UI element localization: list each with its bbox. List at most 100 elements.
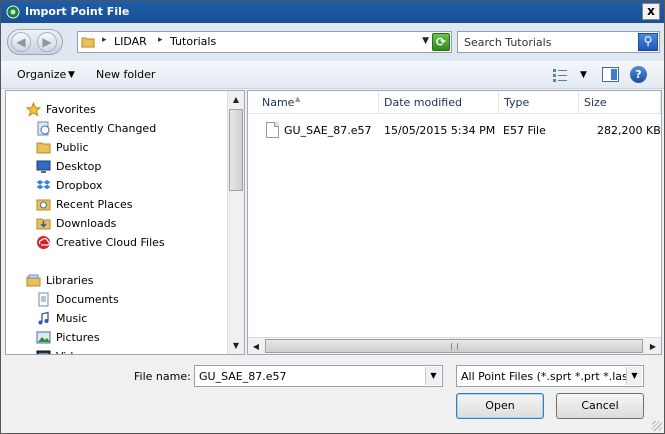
file-row[interactable]: GU_SAE_87.e57 15/05/2015 5:34 PM E57 Fil…: [248, 119, 661, 141]
close-button[interactable]: x: [642, 3, 660, 20]
file-list-pane: Name ▲ Date modified Type Size GU_SAE_87…: [247, 90, 662, 355]
cancel-button[interactable]: Cancel: [556, 393, 644, 419]
grip-icon: [451, 343, 458, 350]
scroll-up-icon[interactable]: ▲: [228, 91, 244, 108]
sidebar-item-creative-cloud-files[interactable]: Creative Cloud Files: [6, 233, 228, 252]
view-options-icon[interactable]: [552, 68, 568, 82]
sort-ascending-icon: ▲: [295, 95, 301, 103]
column-size[interactable]: Size: [579, 91, 661, 114]
recent-icon: [36, 121, 51, 136]
scroll-down-icon[interactable]: ▼: [228, 337, 244, 354]
chevron-down-icon[interactable]: ▼: [68, 70, 75, 80]
sidebar-item-label: Downloads: [56, 217, 117, 230]
sidebar-item-public[interactable]: Public: [6, 138, 228, 157]
sidebar-item-label: Recent Places: [56, 198, 133, 211]
sidebar-item-label: Recently Changed: [56, 122, 157, 135]
chevron-down-icon[interactable]: ▼: [425, 367, 441, 385]
desktop-icon: [36, 159, 51, 174]
scroll-thumb[interactable]: [265, 339, 643, 353]
address-bar[interactable]: ▸ LIDAR ▸ Tutorials ▼ ⟳: [77, 31, 452, 53]
sidebar-item-label: Creative Cloud Files: [56, 236, 165, 249]
preview-pane-icon[interactable]: [602, 67, 619, 82]
sidebar-item-desktop[interactable]: Desktop: [6, 157, 228, 176]
sidebar-item-downloads[interactable]: Downloads: [6, 214, 228, 233]
back-button[interactable]: ◀: [11, 32, 31, 52]
resize-grip-icon[interactable]: [652, 421, 662, 431]
sidebar-item-libraries[interactable]: Libraries: [6, 271, 228, 290]
column-header: Name ▲ Date modified Type Size: [248, 91, 661, 114]
sidebar-item-dropbox[interactable]: Dropbox: [6, 176, 228, 195]
app-icon: [6, 5, 20, 19]
chevron-down-icon[interactable]: ▼: [422, 36, 429, 46]
sidebar-item-recently-changed[interactable]: Recently Changed: [6, 119, 228, 138]
sidebar-item-label: Documents: [56, 293, 119, 306]
search-icon[interactable]: ⚲: [638, 33, 658, 51]
music-icon: [36, 311, 51, 326]
file-type-value: All Point Files (*.sprt *.prt *.las *: [461, 370, 637, 383]
title-bar: Import Point File x: [1, 1, 664, 23]
column-date-label: Date modified: [384, 96, 462, 109]
import-dialog: Import Point File x ◀ ▶ ▸ LIDAR ▸ Tutori…: [0, 0, 665, 434]
star-icon: [25, 101, 42, 117]
sidebar-item-label: Pictures: [56, 331, 100, 344]
sidebar-item-videos[interactable]: Videos: [6, 347, 228, 354]
sidebar-item-favorites[interactable]: Favorites: [6, 100, 228, 119]
file-name-field[interactable]: GU_SAE_87.e57 ▼: [194, 365, 443, 387]
file-name: GU_SAE_87.e57: [284, 124, 372, 137]
recent-places-icon: [36, 197, 51, 212]
breadcrumb-lidar[interactable]: LIDAR: [114, 35, 147, 48]
sidebar-item-label: Dropbox: [56, 179, 103, 192]
forward-button[interactable]: ▶: [37, 32, 57, 52]
new-folder-button[interactable]: New folder: [96, 68, 155, 81]
navigation-pane: Favorites Recently Changed Public Desktop Dr…: [5, 90, 245, 355]
nav-scrollbar[interactable]: ▲ ▼: [227, 91, 244, 354]
refresh-button[interactable]: ⟳: [432, 33, 450, 51]
file-name-label: File name:: [134, 370, 191, 383]
chevron-right-icon[interactable]: ▸: [158, 35, 163, 45]
sidebar-item-label: Music: [56, 312, 88, 325]
navigation-row: ◀ ▶ ▸ LIDAR ▸ Tutorials ▼ ⟳ Search Tutor…: [1, 23, 664, 61]
chevron-down-icon[interactable]: ▼: [580, 70, 587, 80]
sidebar-item-documents[interactable]: Documents: [6, 290, 228, 309]
column-type[interactable]: Type: [499, 91, 579, 114]
column-date[interactable]: Date modified: [379, 91, 499, 114]
scroll-thumb[interactable]: [229, 109, 243, 191]
history-buttons: ◀ ▶: [7, 29, 63, 55]
organize-button[interactable]: Organize: [17, 68, 66, 81]
file-type: E57 File: [503, 124, 546, 137]
downloads-icon: [36, 216, 51, 231]
libraries-icon: [26, 273, 41, 288]
sidebar-item-label: Favorites: [46, 103, 96, 116]
scroll-right-icon[interactable]: ▶: [645, 338, 661, 354]
file-hscrollbar[interactable]: ◀ ▶: [248, 337, 661, 354]
sidebar-item-label: Videos: [56, 350, 93, 354]
scroll-left-icon[interactable]: ◀: [248, 338, 264, 354]
file-icon: [266, 122, 279, 138]
window-title: Import Point File: [25, 5, 130, 18]
column-size-label: Size: [584, 96, 607, 109]
documents-icon: [36, 292, 51, 307]
sidebar-item-label: Public: [56, 141, 89, 154]
sidebar-item-recent-places[interactable]: Recent Places: [6, 195, 228, 214]
column-name[interactable]: Name ▲: [248, 91, 379, 114]
pictures-icon: [36, 330, 51, 345]
help-icon[interactable]: ?: [630, 66, 647, 83]
sidebar-item-label: Desktop: [56, 160, 102, 173]
file-name-value: GU_SAE_87.e57: [199, 370, 287, 383]
breadcrumb-tutorials[interactable]: Tutorials: [170, 35, 216, 48]
creative-cloud-icon: [36, 235, 51, 250]
column-type-label: Type: [504, 96, 530, 109]
nav-list: Favorites Recently Changed Public Desktop Dr…: [6, 91, 228, 354]
file-date: 15/05/2015 5:34 PM: [384, 124, 496, 137]
chevron-down-icon[interactable]: ▼: [626, 367, 642, 385]
chevron-right-icon[interactable]: ▸: [102, 35, 107, 45]
file-size: 282,200 KB: [597, 124, 661, 137]
file-type-select[interactable]: All Point Files (*.sprt *.prt *.las * ▼: [456, 365, 644, 387]
search-input[interactable]: Search Tutorials ⚲: [457, 31, 660, 53]
dropbox-icon: [36, 178, 51, 193]
open-button[interactable]: Open: [456, 393, 544, 419]
sidebar-item-pictures[interactable]: Pictures: [6, 328, 228, 347]
column-name-label: Name: [262, 96, 295, 109]
sidebar-item-music[interactable]: Music: [6, 309, 228, 328]
folder-icon: [81, 37, 95, 48]
